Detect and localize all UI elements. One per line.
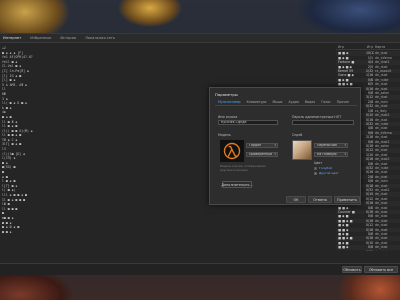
dialog-tab-2[interactable]: Мышь [269, 100, 285, 105]
advanced-button[interactable]: Дополнительно... [221, 181, 253, 188]
color-swatch-1 [314, 166, 317, 170]
dialog-tab-3[interactable]: Аудио [286, 100, 302, 105]
dialog-tab-5[interactable]: Голос [318, 100, 334, 105]
spray-label: Спрей [292, 133, 303, 137]
server-table-header: Игр Игр Карта [336, 45, 400, 51]
dialog-title: Параметры [215, 92, 238, 97]
server-browser-tabs: Интернет Избранные История Локальная сеть [0, 34, 400, 43]
bottom-toolbar: Обновить Обновить все [0, 263, 400, 275]
spray-combo-value: Переносчик [317, 143, 338, 147]
dialog-tab-0[interactable]: Мультиплеер [215, 100, 244, 105]
refresh-all-button[interactable]: Обновить все [364, 266, 398, 273]
dialog-tab-1[interactable]: Клавиатура [244, 100, 270, 105]
dialog-tabs: Мультиплеер Клавиатура Мышь Аудио Видео Голос… [215, 100, 357, 106]
admin-password-label: Пароль администратора НЛТ [292, 115, 342, 119]
apply-button[interactable]: Применить [334, 196, 360, 203]
player-name-field[interactable]: Кусочек Сфгде [218, 120, 278, 125]
color-option-2-label: Другой цвет [319, 171, 339, 175]
model-variant-combo[interactable]: Проверенный ▾ [246, 152, 278, 157]
players-cell: 0/16 [366, 250, 374, 251]
model-preview [220, 140, 244, 162]
model-label: Модель [218, 133, 231, 137]
column-header-name[interactable]: Игр [336, 45, 366, 49]
dialog-tab-6[interactable]: Прочее [334, 100, 352, 105]
model-hint: Модель игрока, отображаемая другими игро… [220, 164, 266, 172]
spray-combo[interactable]: Переносчик ▾ [314, 143, 348, 148]
spray-preview [292, 140, 312, 160]
color-label: Цвет [314, 161, 323, 165]
chevron-down-icon: ▾ [344, 143, 346, 147]
spray-target-combo[interactable]: На главную ▾ [314, 152, 348, 157]
dialog-tab-4[interactable]: Видео [302, 100, 318, 105]
color-option-2[interactable]: Другой цвет [314, 171, 339, 175]
cancel-button[interactable]: Отмена [308, 196, 332, 203]
model-combo-value: Гордон [249, 143, 262, 147]
model-variant-combo-value: Проверенный [249, 152, 272, 156]
chevron-down-icon: ▾ [274, 152, 276, 156]
ok-button[interactable]: ОК [286, 196, 306, 203]
color-swatch-2 [314, 171, 317, 175]
half-life-lambda-icon [223, 142, 241, 160]
column-header-map[interactable]: Карта [374, 45, 400, 49]
list-item[interactable]: ■ ■ ◆ [2, 230, 80, 235]
chevron-down-icon: ▾ [344, 152, 346, 156]
admin-password-field[interactable] [292, 120, 354, 125]
model-combo[interactable]: Гордон ▾ [246, 143, 278, 148]
player-name-label: Имя игрока [218, 115, 238, 119]
tab-1[interactable]: Избранные [30, 36, 51, 40]
color-option-1[interactable]: Голубой [314, 166, 332, 170]
color-option-1-label: Голубой [319, 166, 332, 170]
table-row[interactable]: ■ ◆ ■0/16de_dust [336, 250, 400, 251]
tab-0[interactable]: Интернет [3, 36, 21, 40]
refresh-button[interactable]: Обновить [342, 266, 362, 273]
chevron-down-icon: ▾ [274, 143, 276, 147]
tab-3[interactable]: Локальная сеть [85, 36, 115, 40]
settings-dialog: Параметры Мультиплеер Клавиатура Мышь Аудио… [209, 87, 361, 205]
tab-2[interactable]: История [60, 36, 76, 40]
spray-target-combo-value: На главную [317, 152, 337, 156]
map-cell: de_dust [374, 250, 400, 251]
server-log-list[interactable]: +2 ■ ◆ ◆ ◆ [F] fe1 AF(GPR)4?.0? fe1l ■ ◆ Cl-… [0, 46, 80, 271]
column-header-players[interactable]: Игр [366, 45, 374, 49]
server-name-cell: ■ ◆ ■ [336, 250, 366, 251]
